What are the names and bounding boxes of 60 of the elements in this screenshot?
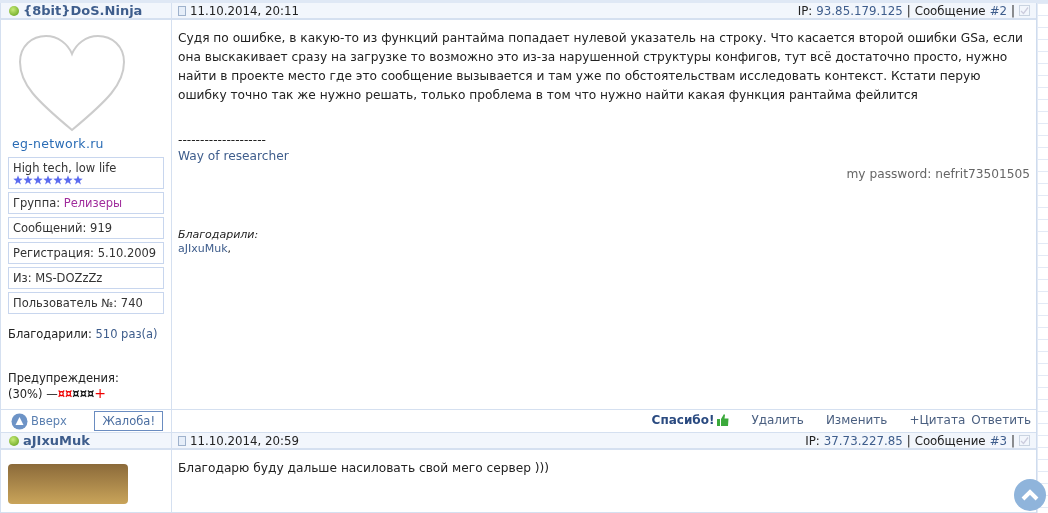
signature-link[interactable]: Way of researcher <box>178 147 289 165</box>
warnings-label: Предупреждения: <box>8 371 119 385</box>
warning-mark: ¤ <box>65 387 73 401</box>
separator: , <box>227 242 232 255</box>
post-action-link[interactable]: Ответить <box>965 413 1031 427</box>
author-name[interactable]: {8bit}DoS.Ninja <box>23 3 143 18</box>
post-label: Сообщение <box>914 433 986 448</box>
up-link[interactable]: Вверх <box>11 412 67 430</box>
separator: | <box>1011 433 1015 448</box>
warning-mark: ¤ <box>57 387 66 401</box>
separator: | <box>1011 3 1015 18</box>
star-icon <box>53 175 63 185</box>
profile-field: Группа: Релизеры <box>8 192 164 214</box>
select-checkbox[interactable] <box>1019 5 1030 16</box>
post-action-link[interactable]: Спасибо! <box>651 413 730 427</box>
profile-field: Сообщений: 919 <box>8 217 164 239</box>
post-action-link[interactable]: Изменить <box>803 413 888 427</box>
ip-label: IP: <box>797 3 813 18</box>
select-checkbox[interactable] <box>1019 435 1030 446</box>
author-name[interactable]: aJIxuMuk <box>23 433 90 448</box>
warning-mark: ¤ <box>87 387 95 401</box>
post-label: Сообщение <box>914 3 986 18</box>
post-action-link[interactable]: Удалить <box>729 413 804 427</box>
star-icon <box>23 175 33 185</box>
warning-mark: ¤ <box>79 387 87 401</box>
separator: | <box>906 3 911 18</box>
post-date: 11.10.2014, 20:59 <box>190 433 300 448</box>
signature-rule: -------------------- <box>178 133 267 147</box>
user-title: High tech, low life <box>13 161 117 175</box>
ip-link[interactable]: 93.85.179.125 <box>816 3 903 18</box>
profile-field: Из: MS-DOZzZz <box>8 267 164 289</box>
warning-plus[interactable]: + <box>94 385 107 401</box>
star-icon <box>73 175 83 185</box>
ip-link[interactable]: 37.73.227.85 <box>823 433 903 448</box>
star-icon <box>43 175 53 185</box>
post-number-link[interactable]: #3 <box>989 433 1007 448</box>
post-number-link[interactable]: #2 <box>989 3 1007 18</box>
post-text: Благодарю буду дальше насиловать свой мего сервер ))) <box>178 460 551 477</box>
profile-field: Пользователь №: 740 <box>8 292 164 314</box>
post-text: Судя по ошибке, в какую-то из функций рантайма попадает нулевой указатель на строку. Что касается второй ошибки GSa, если она выскакивает сразу на загрузке то возможно это из-за нарушенной структуры конфигов, тут всё достаточно просто, нужно найти в проекте место где это сообщение вызывается и там уже по обстоятельствам исследовать контекст. Кстати перую ошибку точно так же нужно решать, только проблема в том что нужно найти какая функция рантайма фейлится <box>178 30 1024 104</box>
thumbs-up-icon <box>717 414 730 426</box>
separator: | <box>906 433 911 448</box>
ip-label: IP: <box>805 433 820 448</box>
signature-note: my password: nefrit73501505 <box>846 167 1030 181</box>
thanks-count: Благодарили: 510 раз(а) <box>8 327 159 341</box>
report-button[interactable]: Жалоба! <box>94 411 163 431</box>
profile-field: Регистрация: 5.10.2009 <box>8 242 164 264</box>
star-icon <box>63 175 73 185</box>
thanked-user-link[interactable]: aJIxuMuk <box>178 242 228 255</box>
post-date: 11.10.2014, 20:11 <box>190 3 300 18</box>
avatar-caption: eg-network.ru <box>12 136 105 151</box>
star-icon <box>33 175 43 185</box>
chevron-up-icon <box>1021 488 1039 502</box>
warnings-percent: (30%) <box>8 387 44 401</box>
thanked-label: Благодарили: <box>178 228 260 241</box>
scroll-to-top-button[interactable] <box>1014 479 1046 511</box>
warning-mark: ¤ <box>72 387 80 401</box>
post-action-link[interactable]: +Цитата <box>887 413 966 427</box>
warning-minus[interactable]: — <box>46 387 58 401</box>
star-icon <box>13 175 23 185</box>
